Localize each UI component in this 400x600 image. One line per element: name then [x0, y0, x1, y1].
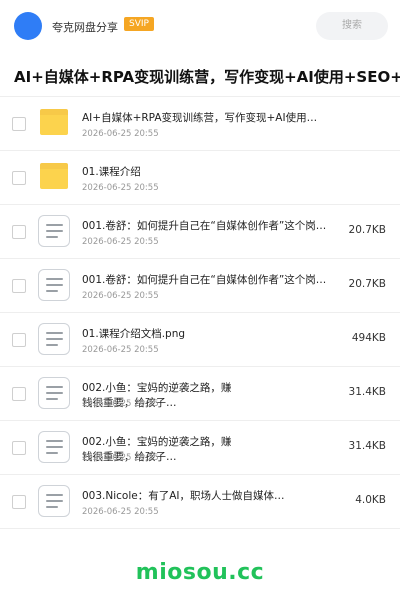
file-name: AI+自媒体+RPA变现训练营，写作变现+AI使用…: [82, 112, 318, 124]
file-date: 2026-06-25 20:55: [82, 507, 159, 517]
file-name: 003.Nicole：有了AI，职场人士做自媒体…: [82, 490, 285, 502]
document-icon: [38, 485, 70, 517]
file-size: 31.4KB: [348, 386, 386, 398]
avatar[interactable]: [14, 12, 42, 40]
file-size: 494KB: [351, 332, 386, 344]
file-date: 2026-06-25 20:55: [82, 345, 159, 355]
file-row[interactable]: 003.Nicole：有了AI，职场人士做自媒体… 2026-06-25 20:…: [0, 475, 400, 529]
document-icon: [38, 377, 70, 409]
file-date: 2026-06-25 20:55: [82, 453, 159, 463]
search-button[interactable]: 搜索: [316, 12, 388, 40]
user-name: 夸克网盘分享: [52, 21, 118, 34]
file-date: 2026-06-25 20:55: [82, 129, 159, 139]
file-date: 2026-06-25 20:55: [82, 183, 159, 193]
document-icon: [38, 323, 70, 355]
file-date: 2026-06-25 20:55: [82, 237, 159, 247]
document-icon: [38, 431, 70, 463]
file-size: 20.7KB: [348, 278, 386, 290]
file-size: 31.4KB: [348, 440, 386, 452]
file-name: 001.卷舒：如何提升自己在“自媒体创作者”这个岗…: [82, 220, 327, 232]
svip-badge: SVIP: [124, 17, 154, 31]
file-row[interactable]: 001.卷舒：如何提升自己在“自媒体创作者”这个岗… 2026-06-25 20…: [0, 205, 400, 259]
watermark: miosou.cc: [135, 560, 265, 585]
file-row[interactable]: 01.课程介绍文档.png 2026-06-25 20:55 494KB: [0, 313, 400, 367]
file-name: 001.卷舒：如何提升自己在“自媒体创作者”这个岗…: [82, 274, 327, 286]
row-checkbox[interactable]: [12, 117, 26, 131]
document-icon: [38, 215, 70, 247]
file-size: 20.7KB: [348, 224, 386, 236]
row-checkbox[interactable]: [12, 441, 26, 455]
row-checkbox[interactable]: [12, 333, 26, 347]
folder-icon: [40, 109, 68, 135]
row-checkbox[interactable]: [12, 279, 26, 293]
file-date: 2026-06-25 20:55: [82, 399, 159, 409]
file-row[interactable]: 01.课程介绍 2026-06-25 20:55: [0, 151, 400, 205]
document-icon: [38, 269, 70, 301]
folder-icon: [40, 163, 68, 189]
file-size: 4.0KB: [355, 494, 386, 506]
file-name: 01.课程介绍: [82, 166, 141, 178]
file-row[interactable]: 002.小鱼：宝妈的逆袭之路，赚钱很重要，给孩子… 2026-06-25 20:…: [0, 367, 400, 421]
row-checkbox[interactable]: [12, 387, 26, 401]
file-row[interactable]: AI+自媒体+RPA变现训练营，写作变现+AI使用… 2026-06-25 20…: [0, 97, 400, 151]
row-checkbox[interactable]: [12, 225, 26, 239]
folder-title: AI+自媒体+RPA变现训练营，写作变现+AI使用+SEO+多…: [14, 68, 400, 86]
header-bar: 夸克网盘分享 SVIP 搜索: [0, 0, 400, 52]
row-checkbox[interactable]: [12, 171, 26, 185]
file-date: 2026-06-25 20:55: [82, 291, 159, 301]
file-row[interactable]: 001.卷舒：如何提升自己在“自媒体创作者”这个岗… 2026-06-25 20…: [0, 259, 400, 313]
file-row[interactable]: 002.小鱼：宝妈的逆袭之路，赚钱很重要，给孩子… 2026-06-25 20:…: [0, 421, 400, 475]
row-checkbox[interactable]: [12, 495, 26, 509]
file-name: 01.课程介绍文档.png: [82, 328, 186, 340]
